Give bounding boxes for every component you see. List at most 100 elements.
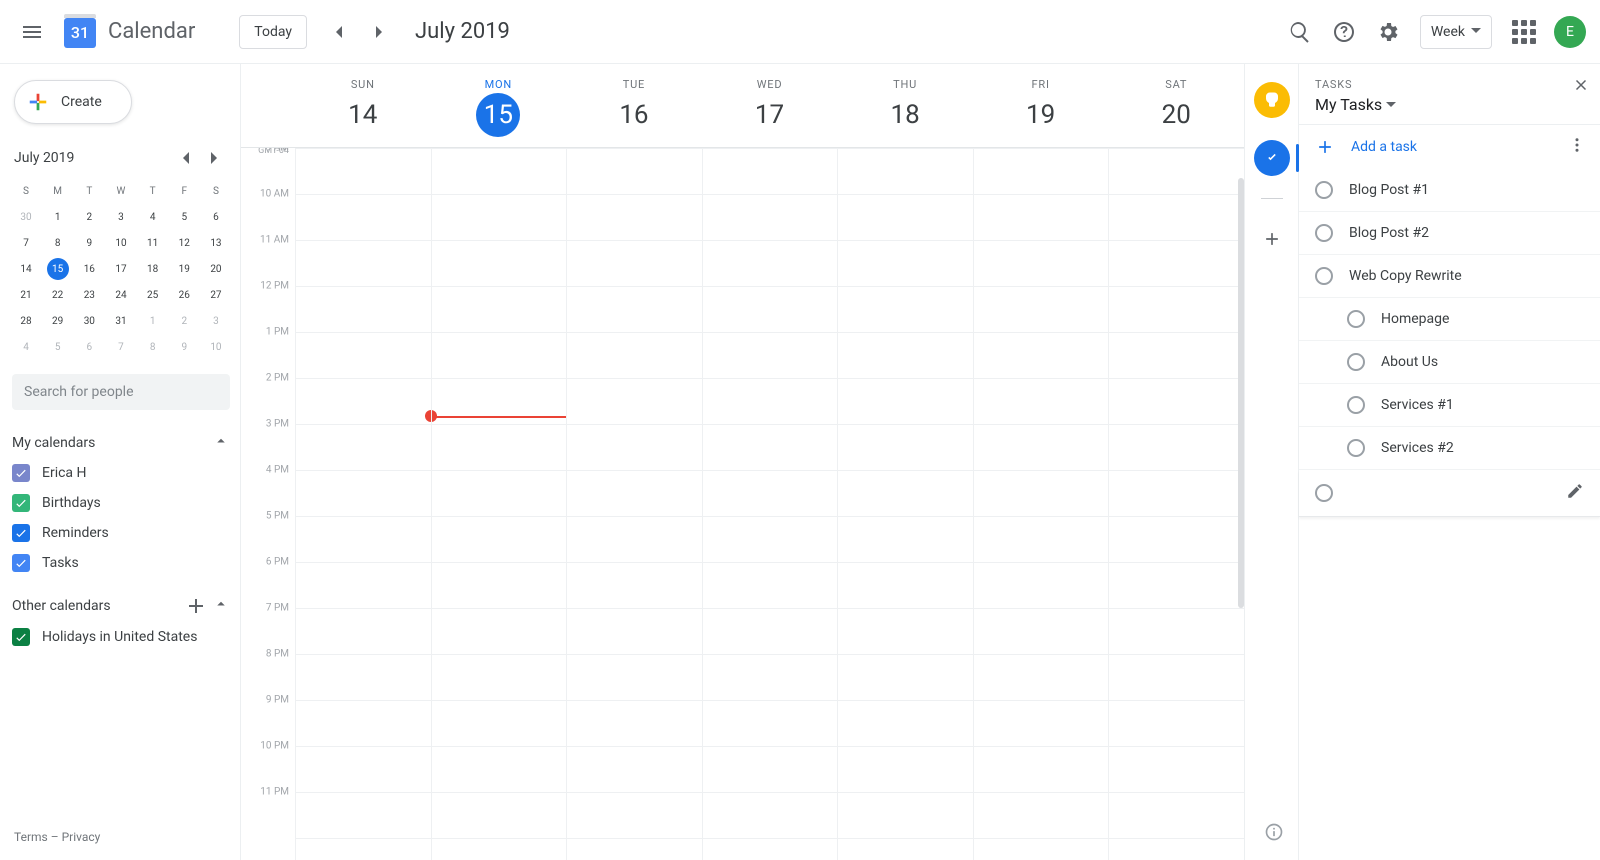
- add-task-button[interactable]: Add a task: [1299, 125, 1600, 169]
- calendar-checkbox[interactable]: [12, 524, 30, 542]
- mini-day-cell[interactable]: 9: [173, 336, 195, 358]
- account-avatar[interactable]: E: [1554, 16, 1586, 48]
- mini-day-cell[interactable]: 14: [15, 258, 37, 280]
- mini-day-cell[interactable]: 17: [110, 258, 132, 280]
- mini-day-cell[interactable]: 7: [15, 232, 37, 254]
- mini-day-cell[interactable]: 10: [205, 336, 227, 358]
- product-logo[interactable]: 31 Calendar: [60, 14, 195, 50]
- day-number[interactable]: 20: [1154, 93, 1198, 137]
- task-list-selector[interactable]: My Tasks: [1315, 95, 1584, 114]
- edit-task-button[interactable]: [1566, 482, 1584, 504]
- calendar-item[interactable]: Reminders: [12, 524, 230, 542]
- other-calendars-toggle[interactable]: Other calendars: [12, 594, 230, 618]
- mini-day-cell[interactable]: 15: [47, 258, 69, 280]
- day-number[interactable]: 16: [612, 93, 656, 137]
- view-select[interactable]: Week: [1420, 15, 1492, 49]
- mini-day-cell[interactable]: 13: [205, 232, 227, 254]
- mini-day-cell[interactable]: 27: [205, 284, 227, 306]
- mini-day-cell[interactable]: 2: [78, 206, 100, 228]
- mini-prev-button[interactable]: [172, 144, 200, 172]
- mini-day-cell[interactable]: 5: [47, 336, 69, 358]
- mini-day-cell[interactable]: 4: [142, 206, 164, 228]
- task-complete-toggle[interactable]: [1347, 353, 1365, 371]
- task-item[interactable]: Services #1: [1299, 384, 1600, 427]
- today-button[interactable]: Today: [239, 15, 307, 49]
- close-tasks-button[interactable]: [1572, 76, 1590, 98]
- mini-day-cell[interactable]: 2: [173, 310, 195, 332]
- my-calendars-toggle[interactable]: My calendars: [12, 432, 230, 454]
- tasks-app-button[interactable]: [1254, 140, 1290, 176]
- calendar-checkbox[interactable]: [12, 554, 30, 572]
- mini-day-cell[interactable]: 9: [78, 232, 100, 254]
- mini-day-cell[interactable]: 1: [142, 310, 164, 332]
- week-grid[interactable]: GMT-04 9 AM10 AM11 AM12 PM1 PM2 PM3 PM4 …: [241, 148, 1244, 860]
- prev-period-button[interactable]: [319, 12, 359, 52]
- mini-day-cell[interactable]: 8: [142, 336, 164, 358]
- day-number[interactable]: 19: [1019, 93, 1063, 137]
- mini-day-cell[interactable]: 18: [142, 258, 164, 280]
- task-complete-toggle[interactable]: [1315, 267, 1333, 285]
- mini-day-cell[interactable]: 21: [15, 284, 37, 306]
- mini-day-cell[interactable]: 31: [110, 310, 132, 332]
- mini-day-cell[interactable]: 5: [173, 206, 195, 228]
- day-number[interactable]: 18: [883, 93, 927, 137]
- day-number[interactable]: 15: [476, 93, 520, 137]
- task-list-menu-button[interactable]: [1568, 136, 1586, 158]
- new-task-row[interactable]: [1299, 470, 1600, 517]
- create-button[interactable]: Create: [14, 80, 132, 124]
- day-number[interactable]: 17: [748, 93, 792, 137]
- help-button[interactable]: [1324, 12, 1364, 52]
- mini-day-cell[interactable]: 28: [15, 310, 37, 332]
- task-item[interactable]: About Us: [1299, 341, 1600, 384]
- mini-day-cell[interactable]: 29: [47, 310, 69, 332]
- calendar-checkbox[interactable]: [12, 628, 30, 646]
- scrollbar[interactable]: [1238, 178, 1244, 608]
- mini-day-cell[interactable]: 20: [205, 258, 227, 280]
- mini-day-cell[interactable]: 6: [78, 336, 100, 358]
- calendar-item[interactable]: Birthdays: [12, 494, 230, 512]
- task-item[interactable]: Web Copy Rewrite: [1299, 255, 1600, 298]
- day-header[interactable]: FRI19: [973, 64, 1109, 147]
- mini-day-cell[interactable]: 3: [110, 206, 132, 228]
- mini-day-cell[interactable]: 25: [142, 284, 164, 306]
- task-item[interactable]: Homepage: [1299, 298, 1600, 341]
- mini-day-cell[interactable]: 3: [205, 310, 227, 332]
- task-complete-toggle[interactable]: [1315, 181, 1333, 199]
- mini-calendar[interactable]: SMTWTFS301234567891011121314151617181920…: [12, 178, 230, 360]
- task-item[interactable]: Services #2: [1299, 427, 1600, 470]
- terms-link[interactable]: Terms: [14, 830, 48, 844]
- task-complete-toggle[interactable]: [1347, 310, 1365, 328]
- day-header[interactable]: SAT20: [1108, 64, 1244, 147]
- mini-day-cell[interactable]: 30: [15, 206, 37, 228]
- calendar-item[interactable]: Holidays in United States: [12, 628, 230, 646]
- mini-day-cell[interactable]: 22: [47, 284, 69, 306]
- day-header[interactable]: SUN14: [295, 64, 431, 147]
- task-complete-toggle[interactable]: [1347, 396, 1365, 414]
- mini-day-cell[interactable]: 26: [173, 284, 195, 306]
- mini-day-cell[interactable]: 4: [15, 336, 37, 358]
- settings-button[interactable]: [1368, 12, 1408, 52]
- task-circle-icon[interactable]: [1315, 484, 1333, 502]
- search-people-input[interactable]: Search for people: [12, 374, 230, 410]
- mini-day-cell[interactable]: 23: [78, 284, 100, 306]
- mini-day-cell[interactable]: 1: [47, 206, 69, 228]
- task-complete-toggle[interactable]: [1315, 224, 1333, 242]
- task-item[interactable]: Blog Post #2: [1299, 212, 1600, 255]
- task-complete-toggle[interactable]: [1347, 439, 1365, 457]
- mini-day-cell[interactable]: 7: [110, 336, 132, 358]
- calendar-item[interactable]: Tasks: [12, 554, 230, 572]
- calendar-checkbox[interactable]: [12, 464, 30, 482]
- mini-day-cell[interactable]: 30: [78, 310, 100, 332]
- add-other-calendar-button[interactable]: [184, 594, 208, 618]
- day-number[interactable]: 14: [341, 93, 385, 137]
- day-header[interactable]: WED17: [702, 64, 838, 147]
- mini-day-cell[interactable]: 12: [173, 232, 195, 254]
- day-header[interactable]: TUE16: [566, 64, 702, 147]
- mini-day-cell[interactable]: 16: [78, 258, 100, 280]
- mini-next-button[interactable]: [200, 144, 228, 172]
- main-menu-button[interactable]: [12, 12, 52, 52]
- keep-app-button[interactable]: [1254, 82, 1290, 118]
- search-button[interactable]: [1280, 12, 1320, 52]
- info-button[interactable]: [1264, 822, 1284, 846]
- task-item[interactable]: Blog Post #1: [1299, 169, 1600, 212]
